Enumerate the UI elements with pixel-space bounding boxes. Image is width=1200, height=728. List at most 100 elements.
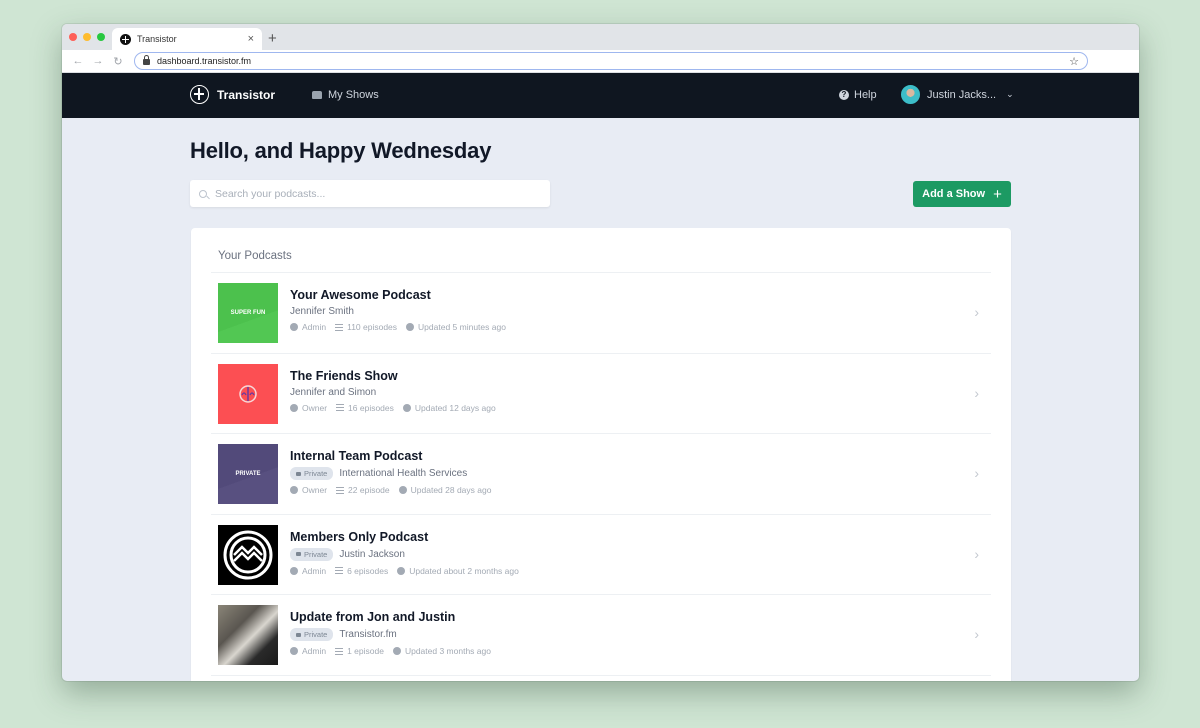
podcast-role: Owner	[302, 402, 328, 413]
clock-icon	[392, 647, 401, 655]
podcast-author: Justin Jackson	[339, 548, 405, 560]
podcast-author: International Health Services	[339, 468, 468, 479]
episodes-list-icon	[335, 647, 344, 655]
tab-title: Transistor	[137, 34, 177, 44]
podcast-title[interactable]: Members Only Podcast	[290, 530, 528, 544]
user-circle-icon	[290, 323, 298, 331]
private-badge-label: Private	[304, 549, 328, 559]
add-show-button[interactable]: Add a Show +	[913, 181, 1011, 207]
nav-my-shows-label: My Shows	[328, 89, 379, 101]
search-box[interactable]	[190, 180, 550, 207]
transistor-favicon-icon	[120, 33, 131, 45]
podcast-episodes: 1 episode	[347, 646, 384, 656]
podcast-title[interactable]: Update from Jon and Justin	[290, 610, 500, 624]
clock-icon	[397, 566, 406, 575]
help-label: Help	[854, 89, 877, 101]
chevron-right-icon[interactable]: ›	[974, 546, 979, 562]
podcast-updated: Updated 12 days ago	[414, 402, 496, 413]
podcast-author: Jennifer Smith	[290, 306, 354, 317]
podcast-updated: Updated 5 minutes ago	[418, 322, 506, 332]
clock-icon	[406, 323, 415, 331]
window-controls	[69, 33, 105, 41]
podcast-role: Owner	[302, 485, 328, 495]
help-link[interactable]: ? Help	[839, 89, 877, 101]
clock-icon	[402, 403, 411, 412]
user-menu[interactable]: Justin Jacks... ⌄	[901, 85, 1014, 104]
back-arrow-icon[interactable]: ←	[68, 55, 88, 67]
podcast-episodes: 110 episodes	[347, 322, 398, 332]
close-window-button[interactable]	[69, 33, 77, 41]
podcast-role: Admin	[302, 565, 327, 576]
podcast-role: Admin	[302, 646, 327, 656]
shows-stack-icon	[312, 91, 322, 99]
podcast-row[interactable]: The Friends Show Jennifer and Simon Owne…	[211, 354, 991, 434]
podcast-episodes: 22 episode	[348, 485, 390, 495]
podcast-artwork	[218, 605, 278, 665]
chevron-right-icon[interactable]: ›	[974, 465, 979, 481]
episodes-list-icon	[336, 486, 345, 494]
search-input[interactable]	[215, 187, 541, 200]
avatar	[901, 85, 920, 104]
private-badge-label: Private	[304, 630, 328, 639]
app-header: Transistor My Shows ? Help Justin Jacks.…	[62, 73, 1139, 118]
podcast-row[interactable]: SUPER FUN Your Awesome Podcast Jennifer …	[211, 273, 991, 354]
bookmark-star-icon[interactable]: ☆	[1069, 55, 1079, 68]
tab-close-icon[interactable]: ×	[248, 33, 254, 45]
podcast-artwork	[218, 524, 278, 585]
browser-tab[interactable]: Transistor ×	[112, 28, 262, 50]
podcast-title[interactable]: The Friends Show	[290, 369, 505, 383]
episodes-list-icon	[335, 567, 344, 574]
private-badge: Private	[290, 547, 334, 561]
podcast-author: Jennifer and Simon	[290, 386, 377, 398]
chevron-down-icon: ⌄	[1006, 89, 1014, 99]
podcast-artwork: PRIVATE	[218, 444, 278, 504]
plus-icon: +	[993, 185, 1002, 203]
podcast-row[interactable]: PRIVATE Internal Team Podcast Private In…	[211, 434, 991, 515]
private-badge: Private	[290, 628, 334, 641]
page-title: Hello, and Happy Wednesday	[190, 138, 492, 163]
url-field[interactable]: dashboard.transistor.fm ☆	[134, 52, 1088, 70]
forward-arrow-icon[interactable]: →	[88, 55, 108, 67]
podcast-list: SUPER FUN Your Awesome Podcast Jennifer …	[211, 272, 991, 676]
logo-text: Transistor	[217, 87, 276, 102]
podcast-author: Transistor.fm	[339, 629, 397, 640]
artwork-text: PRIVATE	[235, 471, 261, 477]
podcast-title[interactable]: Your Awesome Podcast	[290, 288, 515, 302]
user-circle-icon	[290, 486, 298, 494]
question-circle-icon: ?	[839, 90, 849, 100]
chevron-right-icon[interactable]: ›	[974, 385, 979, 401]
chevron-right-icon[interactable]: ›	[974, 304, 979, 320]
url-text: dashboard.transistor.fm	[157, 56, 252, 66]
user-circle-icon	[290, 566, 298, 575]
podcast-episodes: 16 episodes	[348, 402, 394, 413]
transistor-logo[interactable]: Transistor	[190, 85, 275, 104]
episodes-list-icon	[335, 323, 344, 331]
lock-icon	[296, 552, 301, 556]
podcast-title[interactable]: Internal Team Podcast	[290, 449, 500, 463]
lock-icon	[296, 471, 301, 476]
search-icon	[199, 189, 207, 198]
podcast-row[interactable]: Update from Jon and Justin Private Trans…	[211, 595, 991, 676]
episodes-list-icon	[336, 404, 345, 411]
tab-bar: Transistor × +	[62, 24, 1139, 50]
reload-icon[interactable]: ↻	[108, 55, 128, 68]
private-badge: Private	[290, 467, 334, 480]
lock-icon	[143, 55, 150, 65]
section-title: Your Podcasts	[218, 250, 292, 262]
chevron-right-icon[interactable]: ›	[974, 626, 979, 642]
maximize-window-button[interactable]	[97, 33, 105, 41]
podcast-episodes: 6 episodes	[347, 565, 389, 576]
user-circle-icon	[290, 403, 298, 412]
podcast-updated: Updated about 2 months ago	[409, 565, 519, 576]
add-show-label: Add a Show	[922, 188, 986, 200]
podcast-artwork	[218, 363, 278, 424]
podcast-row[interactable]: Members Only Podcast Private Justin Jack…	[211, 515, 991, 595]
nav-my-shows[interactable]: My Shows	[312, 89, 379, 101]
minimize-window-button[interactable]	[83, 33, 91, 41]
browser-window: Transistor × + ← → ↻ dashboard.transisto…	[62, 24, 1139, 681]
user-name: Justin Jacks...	[927, 88, 997, 101]
new-tab-button[interactable]: +	[268, 30, 277, 47]
podcast-role: Admin	[302, 322, 327, 332]
clock-icon	[398, 486, 407, 494]
mountain-circle-logo-icon	[223, 530, 273, 579]
